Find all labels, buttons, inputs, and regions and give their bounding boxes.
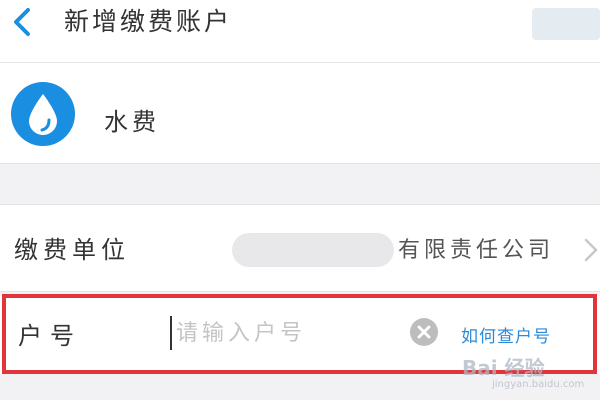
water-drop-icon [11, 82, 75, 146]
blurred-region [532, 8, 600, 40]
nav-bar: 新增缴费账户 [0, 0, 600, 62]
how-to-find-account-link[interactable]: 如何查户号 [461, 322, 551, 347]
divider [0, 291, 600, 292]
baidu-watermark-url: jingyan.baidu.com [492, 379, 585, 390]
payment-unit-value: 有限责任公司 [398, 238, 555, 263]
payment-unit-label: 缴费单位 [14, 236, 130, 264]
chevron-left-icon[interactable] [8, 4, 38, 40]
clear-icon[interactable] [409, 317, 439, 347]
page-title: 新增缴费账户 [64, 7, 233, 36]
account-number-input[interactable] [170, 316, 406, 350]
biller-name: 水费 [104, 108, 160, 136]
biller-row [0, 63, 600, 163]
divider [0, 163, 600, 164]
baidu-watermark: Bai 经验 [462, 356, 545, 380]
chevron-right-icon[interactable] [582, 235, 600, 265]
payment-unit-row[interactable]: 缴费单位 有限责任公司 [0, 205, 600, 291]
blurred-unit-name [232, 233, 394, 267]
account-number-label: 户号 [18, 322, 82, 350]
